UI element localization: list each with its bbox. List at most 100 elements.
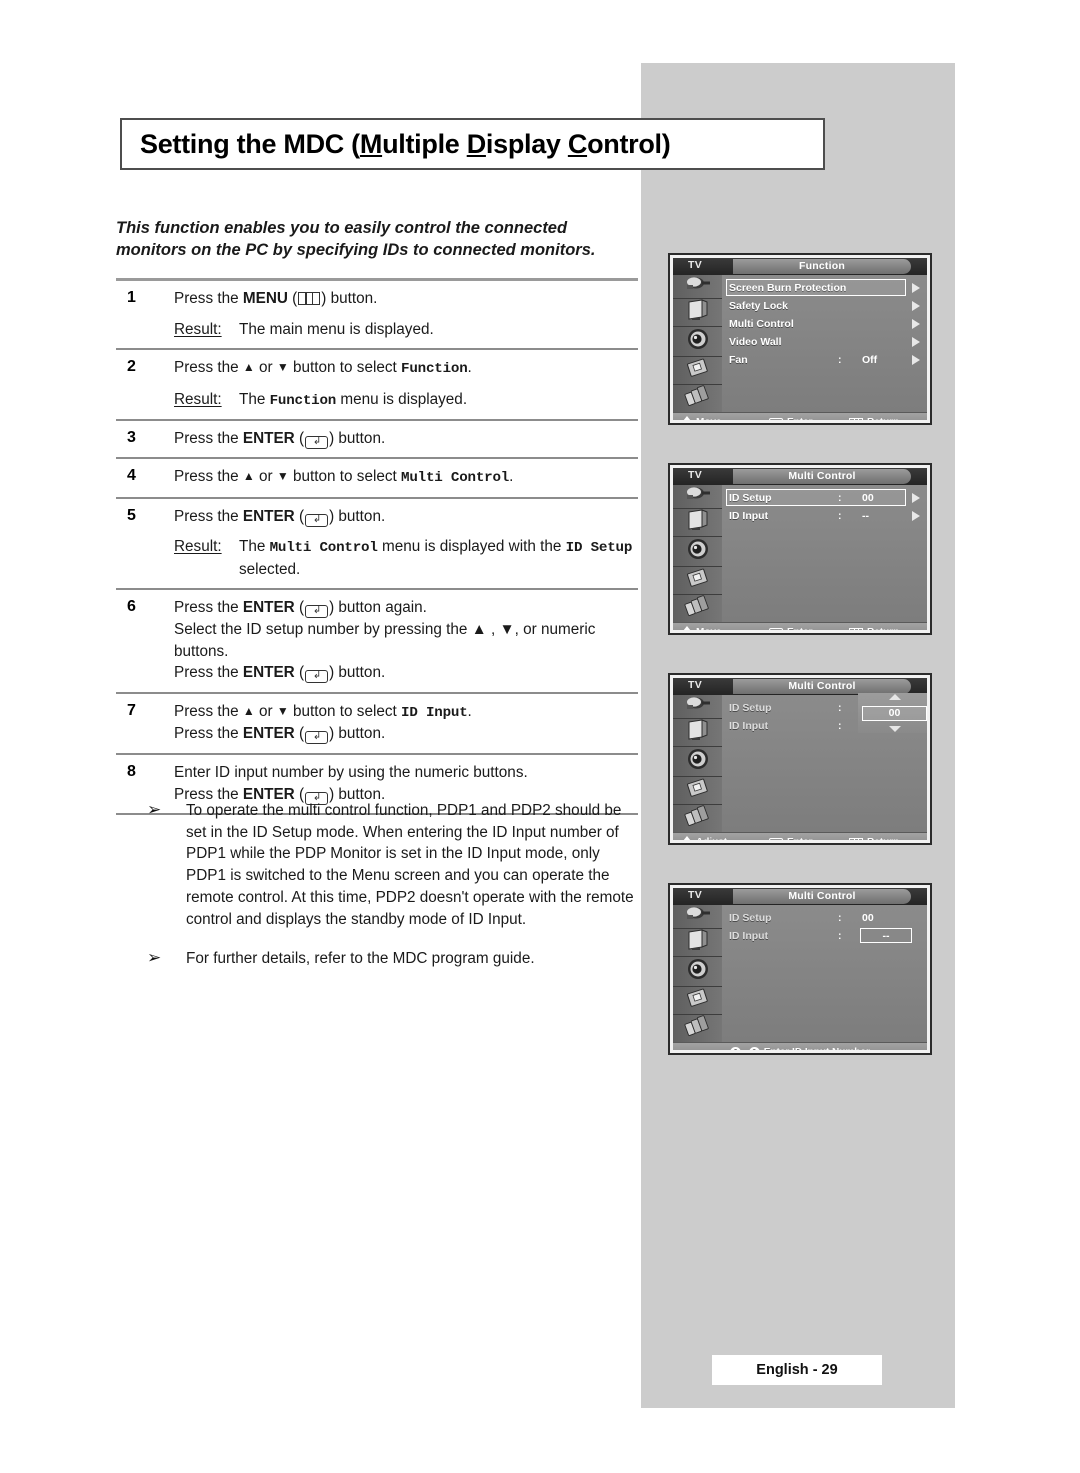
spinner-up-arrow-icon[interactable] xyxy=(888,694,901,700)
osd-rail-input-source[interactable] xyxy=(673,485,722,509)
osd-screenshot: TV Function Screen Burn Protection Safety L… xyxy=(668,253,932,425)
step-number: 5 xyxy=(127,506,136,524)
osd-item-label: Safety Lock xyxy=(729,299,788,312)
osd-rail-sound[interactable] xyxy=(673,747,722,777)
step-text-line: Press the ENTER (↲) button. xyxy=(174,507,386,527)
function-icon xyxy=(684,595,712,622)
step-text-line: Press the ▲ or ▼ button to select Functi… xyxy=(174,359,472,378)
osd-item-value: 00 xyxy=(862,491,874,504)
down-arrow-icon: ▼ xyxy=(276,704,289,719)
osd-rail-setup[interactable] xyxy=(673,777,722,805)
spinner-down-arrow-icon[interactable] xyxy=(888,726,901,732)
osd-rail-setup[interactable] xyxy=(673,987,722,1015)
function-icon xyxy=(684,1015,712,1042)
osd-item-label: Multi Control xyxy=(729,317,794,330)
osd-screen: TV Multi Control ID Setup: ID Input: 00 Adjus… xyxy=(673,678,927,840)
enter-button-icon: ↲ xyxy=(305,513,329,527)
input-source-icon xyxy=(683,485,713,508)
step-text-line: Press the MENU () button. xyxy=(174,290,378,307)
osd-menu-item[interactable]: Safety Lock xyxy=(722,297,927,314)
osd-screenshot: TVMulti ControlID Setup:00ID Input:--0..… xyxy=(668,883,932,1055)
osd-menu-item[interactable]: Multi Control xyxy=(722,315,927,332)
osd-menu-item[interactable]: ID Input: -- xyxy=(722,507,927,524)
enter-button-icon: ↲ xyxy=(305,670,329,684)
osd-rail-picture[interactable] xyxy=(673,299,722,327)
result-menu-name: Function xyxy=(269,392,337,409)
note-bullet-icon: ➢ xyxy=(147,800,162,820)
osd-item-value: 00 xyxy=(862,911,874,924)
page-title-underline-m: M xyxy=(359,128,383,159)
zero-key-icon: 0 xyxy=(730,1046,742,1050)
result-label: Result: xyxy=(174,390,222,408)
step-button-name: MENU xyxy=(242,290,288,307)
osd-submenu-arrow-icon xyxy=(912,282,920,293)
step-number: 7 xyxy=(127,702,136,720)
sound-icon xyxy=(686,957,710,986)
osd-selection-highlight xyxy=(726,489,906,506)
up-arrow-icon: ▲ xyxy=(242,360,255,375)
osd-footer-action: Move xyxy=(683,416,722,420)
osd-value-spinner[interactable]: 00 xyxy=(858,693,927,733)
osd-menu-item[interactable]: ID Input: -- xyxy=(722,927,927,944)
osd-footer-bar: Move Enter Return xyxy=(673,622,927,630)
setup-icon xyxy=(685,357,711,384)
osd-menu-item[interactable]: ID Setup:00 xyxy=(722,909,927,926)
osd-rail-setup[interactable] xyxy=(673,357,722,385)
osd-footer-bar: Adjust Enter Return xyxy=(673,832,927,840)
osd-rail-sound[interactable] xyxy=(673,957,722,987)
input-source-icon xyxy=(683,275,713,298)
updown-arrows-icon xyxy=(683,416,692,420)
osd-menu-item[interactable]: Video Wall xyxy=(722,333,927,350)
osd-item-value-box[interactable]: -- xyxy=(860,928,912,943)
osd-rail-input-source[interactable] xyxy=(673,905,722,929)
steps-table: 1 Press the MENU () button. Result: The mai… xyxy=(116,278,638,816)
osd-rail-function[interactable] xyxy=(673,385,722,412)
osd-rail-picture[interactable] xyxy=(673,719,722,747)
osd-rail-input-source[interactable] xyxy=(673,275,722,299)
osd-footer-hint: 0..0Enter ID Input Number xyxy=(730,1046,870,1051)
osd-icon-rail xyxy=(673,695,722,832)
step-result-row: Result: The main menu is displayed. xyxy=(174,319,638,341)
page-title-word-2: isplay xyxy=(485,128,568,159)
page-title: Setting the MDC (Multiple Display Contro… xyxy=(140,128,671,160)
osd-rail-input-source[interactable] xyxy=(673,695,722,719)
step-body: Press the ▲ or ▼ button to select Functi… xyxy=(174,357,638,410)
step-body: Press the ENTER (↲) button again. Select … xyxy=(174,597,638,684)
step-number: 4 xyxy=(127,467,136,485)
osd-rail-function[interactable] xyxy=(673,805,722,832)
step-number: 6 xyxy=(127,598,136,616)
osd-rail-function[interactable] xyxy=(673,1015,722,1042)
step-body: Press the ▲ or ▼ button to select ID Inp… xyxy=(174,701,638,745)
step-row: 6 Press the ENTER (↲) button again. Select… xyxy=(116,590,638,692)
function-icon xyxy=(684,805,712,832)
osd-rail-function[interactable] xyxy=(673,595,722,622)
note-bullet-icon: ➢ xyxy=(147,948,162,969)
osd-rail-sound[interactable] xyxy=(673,327,722,357)
step-text-line: Press the ENTER (↲) button. xyxy=(174,725,386,745)
osd-menu-item[interactable]: Fan: Off xyxy=(722,351,927,368)
osd-rail-sound[interactable] xyxy=(673,537,722,567)
picture-icon xyxy=(685,509,711,536)
osd-submenu-arrow-icon xyxy=(912,354,920,365)
osd-footer-action-label: Move xyxy=(696,417,722,421)
page-footer: English - 29 xyxy=(712,1355,882,1385)
osd-footer-action: Adjust xyxy=(683,836,727,840)
step-body: Press the ENTER (↲) button. xyxy=(174,428,638,450)
osd-menu-item[interactable]: ID Setup:00 xyxy=(722,489,927,506)
osd-item-label: Fan xyxy=(729,353,748,366)
osd-menu-item[interactable]: Screen Burn Protection xyxy=(722,279,927,296)
osd-menu-list: ID Setup: ID Input: 00 xyxy=(722,693,927,832)
osd-rail-picture[interactable] xyxy=(673,929,722,957)
step-row: 1 Press the MENU () button. Result: The mai… xyxy=(116,281,638,348)
osd-body: Screen Burn Protection Safety Lock Multi C… xyxy=(673,275,927,412)
setup-icon xyxy=(685,777,711,804)
step-text-line: Select the ID setup number by pressing t… xyxy=(174,620,596,660)
osd-rail-picture[interactable] xyxy=(673,509,722,537)
osd-footer-label: Enter ID Input Number xyxy=(764,1047,870,1051)
step-row: 4 Press the ▲ or ▼ button to select Multi… xyxy=(116,459,638,496)
spinner-value: 00 xyxy=(862,705,927,721)
osd-source-label: TV xyxy=(688,889,703,901)
result-label: Result: xyxy=(174,538,222,556)
sound-icon xyxy=(686,747,710,776)
osd-rail-setup[interactable] xyxy=(673,567,722,595)
